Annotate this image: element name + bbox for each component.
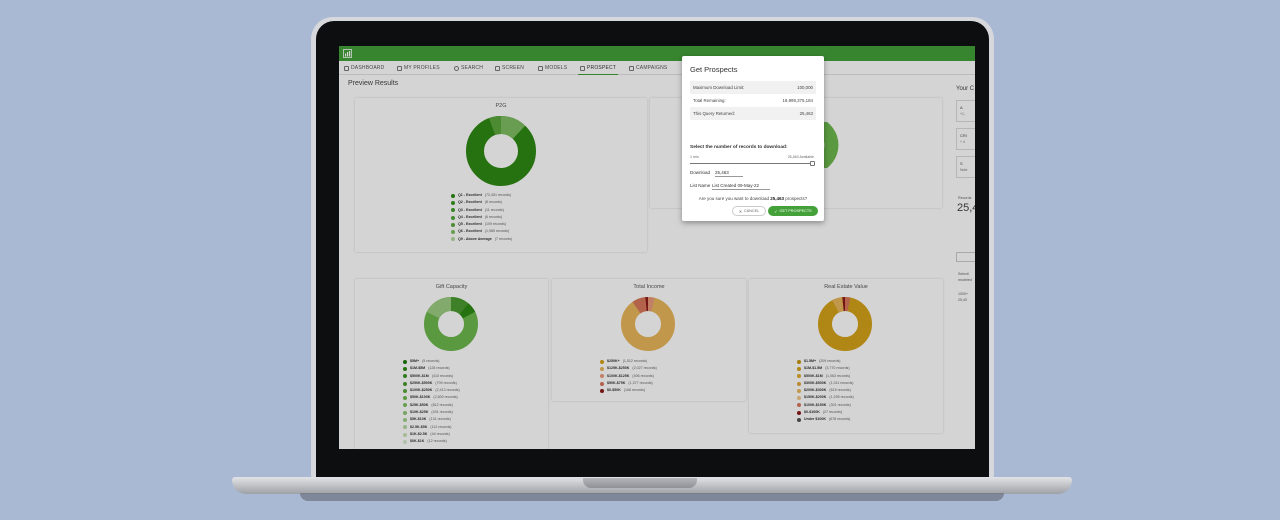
modal-stats-table: Maximum Download Limit: 100,000 Total Rem…	[690, 81, 816, 120]
cancel-button[interactable]: ✕ CANCEL	[732, 206, 766, 216]
laptop-notch	[583, 478, 697, 488]
list-name-input[interactable]	[712, 182, 770, 190]
close-icon: ✕	[738, 209, 742, 214]
download-count-input[interactable]	[715, 169, 743, 177]
modal-title: Get Prospects	[690, 65, 738, 74]
slider-min-label: 1 min	[690, 155, 699, 159]
select-records-label: Select the number of records to download…	[690, 145, 788, 150]
table-row: This Query Returned: 25,463	[690, 107, 816, 120]
table-row: Total Remaining: 19,999,375,184	[693, 98, 813, 103]
check-icon: ✓	[774, 209, 778, 214]
laptop-shadow	[300, 493, 1004, 501]
modal-backdrop[interactable]	[339, 46, 975, 449]
confirm-text: Are you sure you want to download 25,463…	[698, 196, 808, 201]
table-row: Maximum Download Limit: 100,000	[690, 81, 816, 94]
download-label: Download	[690, 170, 711, 175]
get-prospects-button[interactable]: ✓ GET PROSPECTS	[768, 206, 818, 216]
records-slider-thumb[interactable]	[810, 161, 815, 166]
slider-max-label: 25,463 Available	[787, 155, 814, 159]
records-slider-track[interactable]	[690, 163, 812, 164]
laptop-screen: DASHBOARD MY PROFILES SEARCH SCREEN MODE…	[339, 46, 975, 449]
get-prospects-modal: Get Prospects Maximum Download Limit: 100…	[682, 56, 824, 221]
list-name-label: List Name	[690, 183, 711, 188]
